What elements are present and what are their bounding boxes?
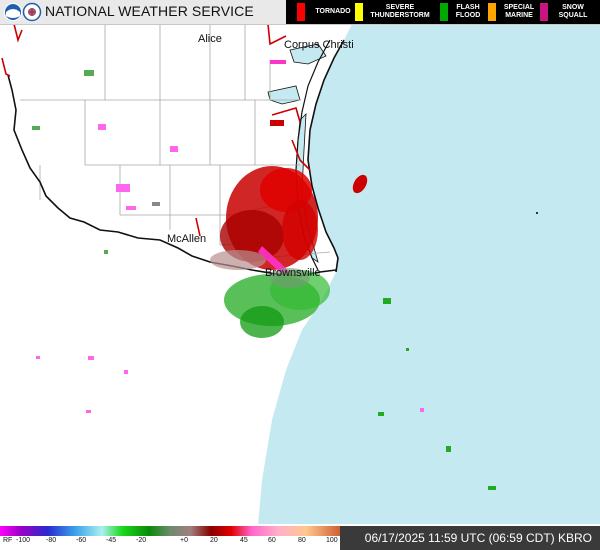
legend-snow-squall: SNOW SQUALL (540, 0, 598, 24)
legend-label: SNOW SQUALL (558, 4, 588, 19)
city-corpus-christi: Corpus Christi (284, 39, 354, 51)
city-mcallen: McAllen (167, 233, 206, 245)
header-bar: NATIONAL WEATHER SERVICE TORNADO SEVERE … (0, 0, 600, 25)
warning-legend: TORNADO SEVERE THUNDERSTORM FLASH FLOOD … (286, 0, 600, 24)
city-brownsville: Brownsville (265, 267, 321, 279)
agency-title: NATIONAL WEATHER SERVICE (45, 3, 254, 19)
scale-label: 80 (298, 537, 306, 544)
legend-flash-flood: FLASH FLOOD (440, 0, 488, 24)
legend-label: TORNADO (315, 8, 351, 15)
legend-tornado: TORNADO (297, 0, 359, 24)
scale-label: +0 (180, 537, 188, 544)
legend-swatch (440, 3, 448, 21)
timestamp-box: 06/17/2025 11:59 UTC (06:59 CDT) KBRO (340, 526, 600, 550)
legend-label: FLASH FLOOD (455, 4, 481, 19)
scale-label: 60 (268, 537, 276, 544)
legend-special-marine: SPECIAL MARINE (488, 0, 540, 24)
legend-swatch (355, 3, 363, 21)
legend-label: SEVERE THUNDERSTORM (370, 4, 430, 19)
scale-prefix: RF (3, 537, 13, 544)
legend-severe-thunderstorm: SEVERE THUNDERSTORM (355, 0, 435, 24)
reflectivity-scale (0, 526, 340, 536)
scale-label: -80 (46, 537, 57, 544)
scale-label: -45 (106, 537, 117, 544)
legend-swatch (488, 3, 496, 21)
legend-swatch (297, 3, 305, 21)
scale-label: -60 (76, 537, 87, 544)
scale-label: 45 (240, 537, 248, 544)
scale-label: -100 (16, 537, 31, 544)
noaa-logo-icon (4, 3, 22, 21)
legend-label: SPECIAL MARINE (503, 4, 535, 19)
scale-label: 100 (326, 537, 338, 544)
scale-label: 20 (210, 537, 218, 544)
scale-label: -20 (136, 537, 147, 544)
radar-map[interactable]: Alice Corpus Christi McAllen Brownsville (0, 0, 600, 550)
radar-timestamp: 06/17/2025 11:59 UTC (06:59 CDT) KBRO (364, 531, 592, 545)
agency-logos (4, 2, 42, 22)
scale-labels: RF -100 -80 -60 -45 -20 +0 20 45 60 80 1… (0, 537, 340, 549)
nws-logo-icon (22, 2, 42, 22)
city-alice: Alice (198, 33, 222, 45)
legend-swatch (540, 3, 548, 21)
